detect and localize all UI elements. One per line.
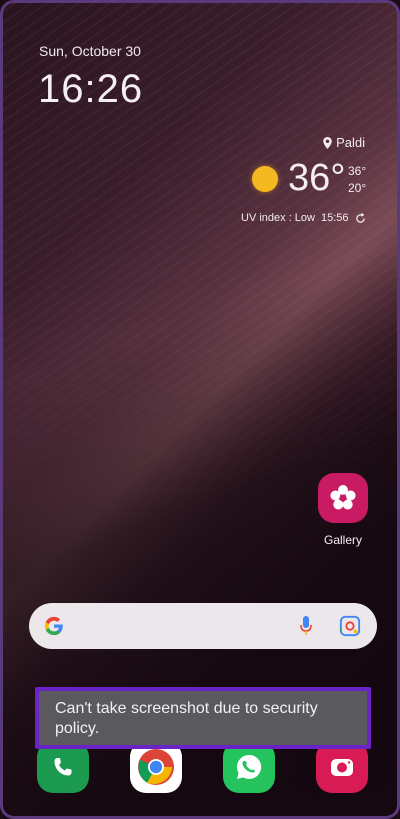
google-g-icon [44, 616, 63, 636]
gallery-label: Gallery [323, 533, 362, 547]
home-screen: Sun, October 30 16:26 Paldi 36° 36° 20° … [0, 0, 400, 819]
location-pin-icon [323, 136, 332, 149]
security-toast: Can't take screenshot due to security po… [35, 687, 371, 749]
camera-icon [331, 759, 353, 776]
google-search-bar[interactable] [29, 603, 377, 649]
google-lens-icon[interactable] [339, 615, 361, 637]
weather-location[interactable]: Paldi [323, 135, 365, 150]
gallery-flower-icon [318, 473, 368, 523]
refresh-icon[interactable] [355, 212, 366, 224]
date-text: Sun, October 30 [39, 43, 141, 59]
updated-time: 15:56 [320, 212, 349, 224]
voice-search-icon[interactable] [299, 614, 313, 638]
sun-icon [252, 166, 278, 192]
phone-icon [54, 758, 72, 776]
chrome-icon [138, 749, 174, 785]
current-temperature[interactable]: 36° [288, 157, 345, 200]
location-name: Paldi [336, 135, 365, 150]
uv-index: UV index : Low [241, 212, 315, 224]
low-temperature: 20° [348, 181, 367, 195]
high-temperature: 36° [348, 164, 367, 178]
gallery-app[interactable]: Gallery [314, 473, 372, 547]
uv-row: UV index : Low 15:56 [241, 212, 366, 224]
clock-widget[interactable]: 16:26 [38, 67, 143, 112]
whatsapp-icon [236, 754, 262, 779]
